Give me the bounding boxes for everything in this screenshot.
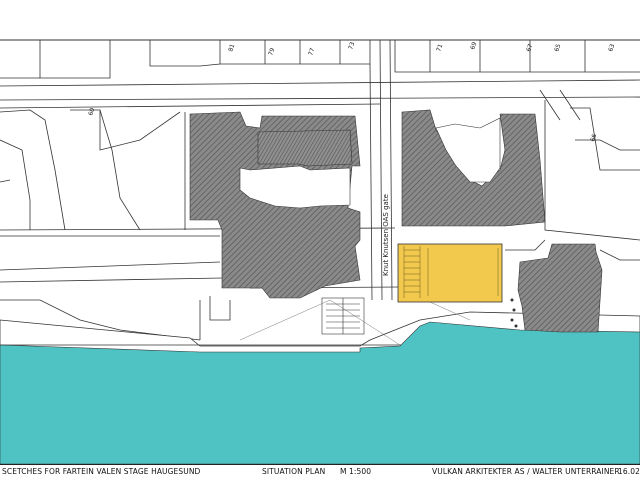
- new-stage-building: [397, 243, 503, 303]
- date-label: 16.02: [618, 467, 640, 476]
- architects-label: VULKAN ARKITEKTER AS / WALTER UNTERRAINE…: [432, 467, 620, 476]
- sheet-title: SITUATION PLAN: [262, 467, 326, 476]
- street-label: Knut Knutsen OAS gate: [382, 194, 390, 276]
- project-title: SCETCHES FOR FARTEIN VALEN STAGE HAUGESU…: [2, 467, 201, 476]
- situation-plan: Knut Knutsen OAS gate 81 79 77 73 71 69 …: [0, 0, 640, 480]
- scale-label: M 1:500: [340, 467, 372, 476]
